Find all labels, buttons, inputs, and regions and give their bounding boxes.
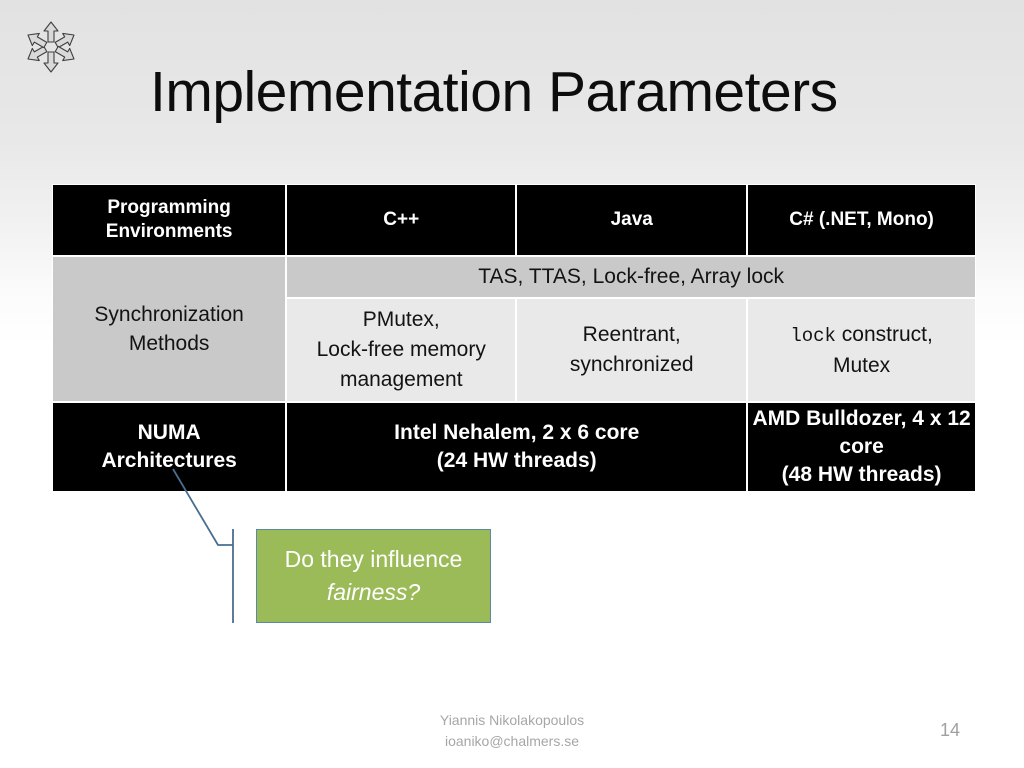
callout-line2: fairness? [326, 579, 421, 605]
numa-cell-intel-line2: (24 HW threads) [436, 449, 597, 472]
row-label-numa-line1: NUMA [137, 421, 201, 444]
header-col-csharp: C# (.NET, Mono) [747, 184, 976, 256]
numa-cell-intel: Intel Nehalem, 2 x 6 core (24 HW threads… [286, 402, 748, 492]
page-title: Implementation Parameters [150, 60, 838, 124]
chalmers-hexagon-arrows-logo-icon [18, 16, 84, 78]
sync-cell-csharp-mono-keyword: lock [790, 324, 836, 347]
slide-canvas: Implementation Parameters Programming En… [0, 0, 1024, 768]
sync-cell-csharp-line1: lock construct, [752, 320, 971, 351]
sync-cell-java: Reentrant, synchronized [516, 298, 748, 402]
implementation-parameters-table: Programming Environments C++ Java C# (.N… [52, 184, 976, 492]
row-label-synchronization-methods: Synchronization Methods [52, 256, 287, 402]
sync-cell-csharp: lock construct, Mutex [747, 298, 976, 402]
sync-cell-csharp-line1-rest: construct, [835, 322, 933, 346]
footer-author: Yiannis Nikolakopoulos [439, 712, 585, 728]
table-row-header: Programming Environments C++ Java C# (.N… [52, 184, 976, 256]
sync-cell-cpp-line1: PMutex, [362, 308, 440, 331]
sync-cell-java-line1: Reentrant, [582, 323, 681, 346]
row-label-sync-line2: Methods [128, 332, 210, 355]
header-row-label-line2: Environments [105, 221, 233, 242]
table-row-sync-shared: Synchronization Methods TAS, TTAS, Lock-… [52, 256, 976, 402]
header-col-cpp: C++ [286, 184, 517, 256]
header-row-label-line1: Programming [107, 197, 231, 218]
slide-page-number: 14 [939, 720, 961, 740]
header-row-label: Programming Environments [52, 184, 287, 256]
sync-cell-cpp: PMutex, Lock-free memory management [286, 298, 517, 402]
row-label-numa-line2: Architectures [101, 449, 237, 472]
header-col-java: Java [516, 184, 748, 256]
numa-cell-amd-line1: AMD Bulldozer, 4 x 12 core [752, 407, 971, 458]
row-label-numa-architectures: NUMA Architectures [52, 402, 287, 492]
sync-cell-cpp-line2: Lock-free memory [316, 338, 486, 361]
numa-cell-amd: AMD Bulldozer, 4 x 12 core (48 HW thread… [747, 402, 976, 492]
sync-cell-java-line2: synchronized [569, 353, 694, 376]
footer-email: ioaniko@chalmers.se [444, 733, 580, 749]
numa-cell-amd-line2: (48 HW threads) [781, 463, 942, 486]
callout-line1: Do they influence [284, 546, 463, 572]
sync-shared-methods-cell: TAS, TTAS, Lock-free, Array lock [286, 256, 976, 298]
table-row-numa: NUMA Architectures Intel Nehalem, 2 x 6 … [52, 402, 976, 492]
numa-cell-intel-line1: Intel Nehalem, 2 x 6 core [394, 421, 640, 444]
sync-cell-cpp-line3: management [339, 368, 463, 391]
sync-cell-csharp-line2: Mutex [833, 353, 891, 377]
row-label-sync-line1: Synchronization [94, 303, 244, 326]
callout-box-fairness: Do they influence fairness? [256, 529, 491, 623]
slide-footer: Yiannis Nikolakopoulos ioaniko@chalmers.… [0, 710, 1024, 752]
